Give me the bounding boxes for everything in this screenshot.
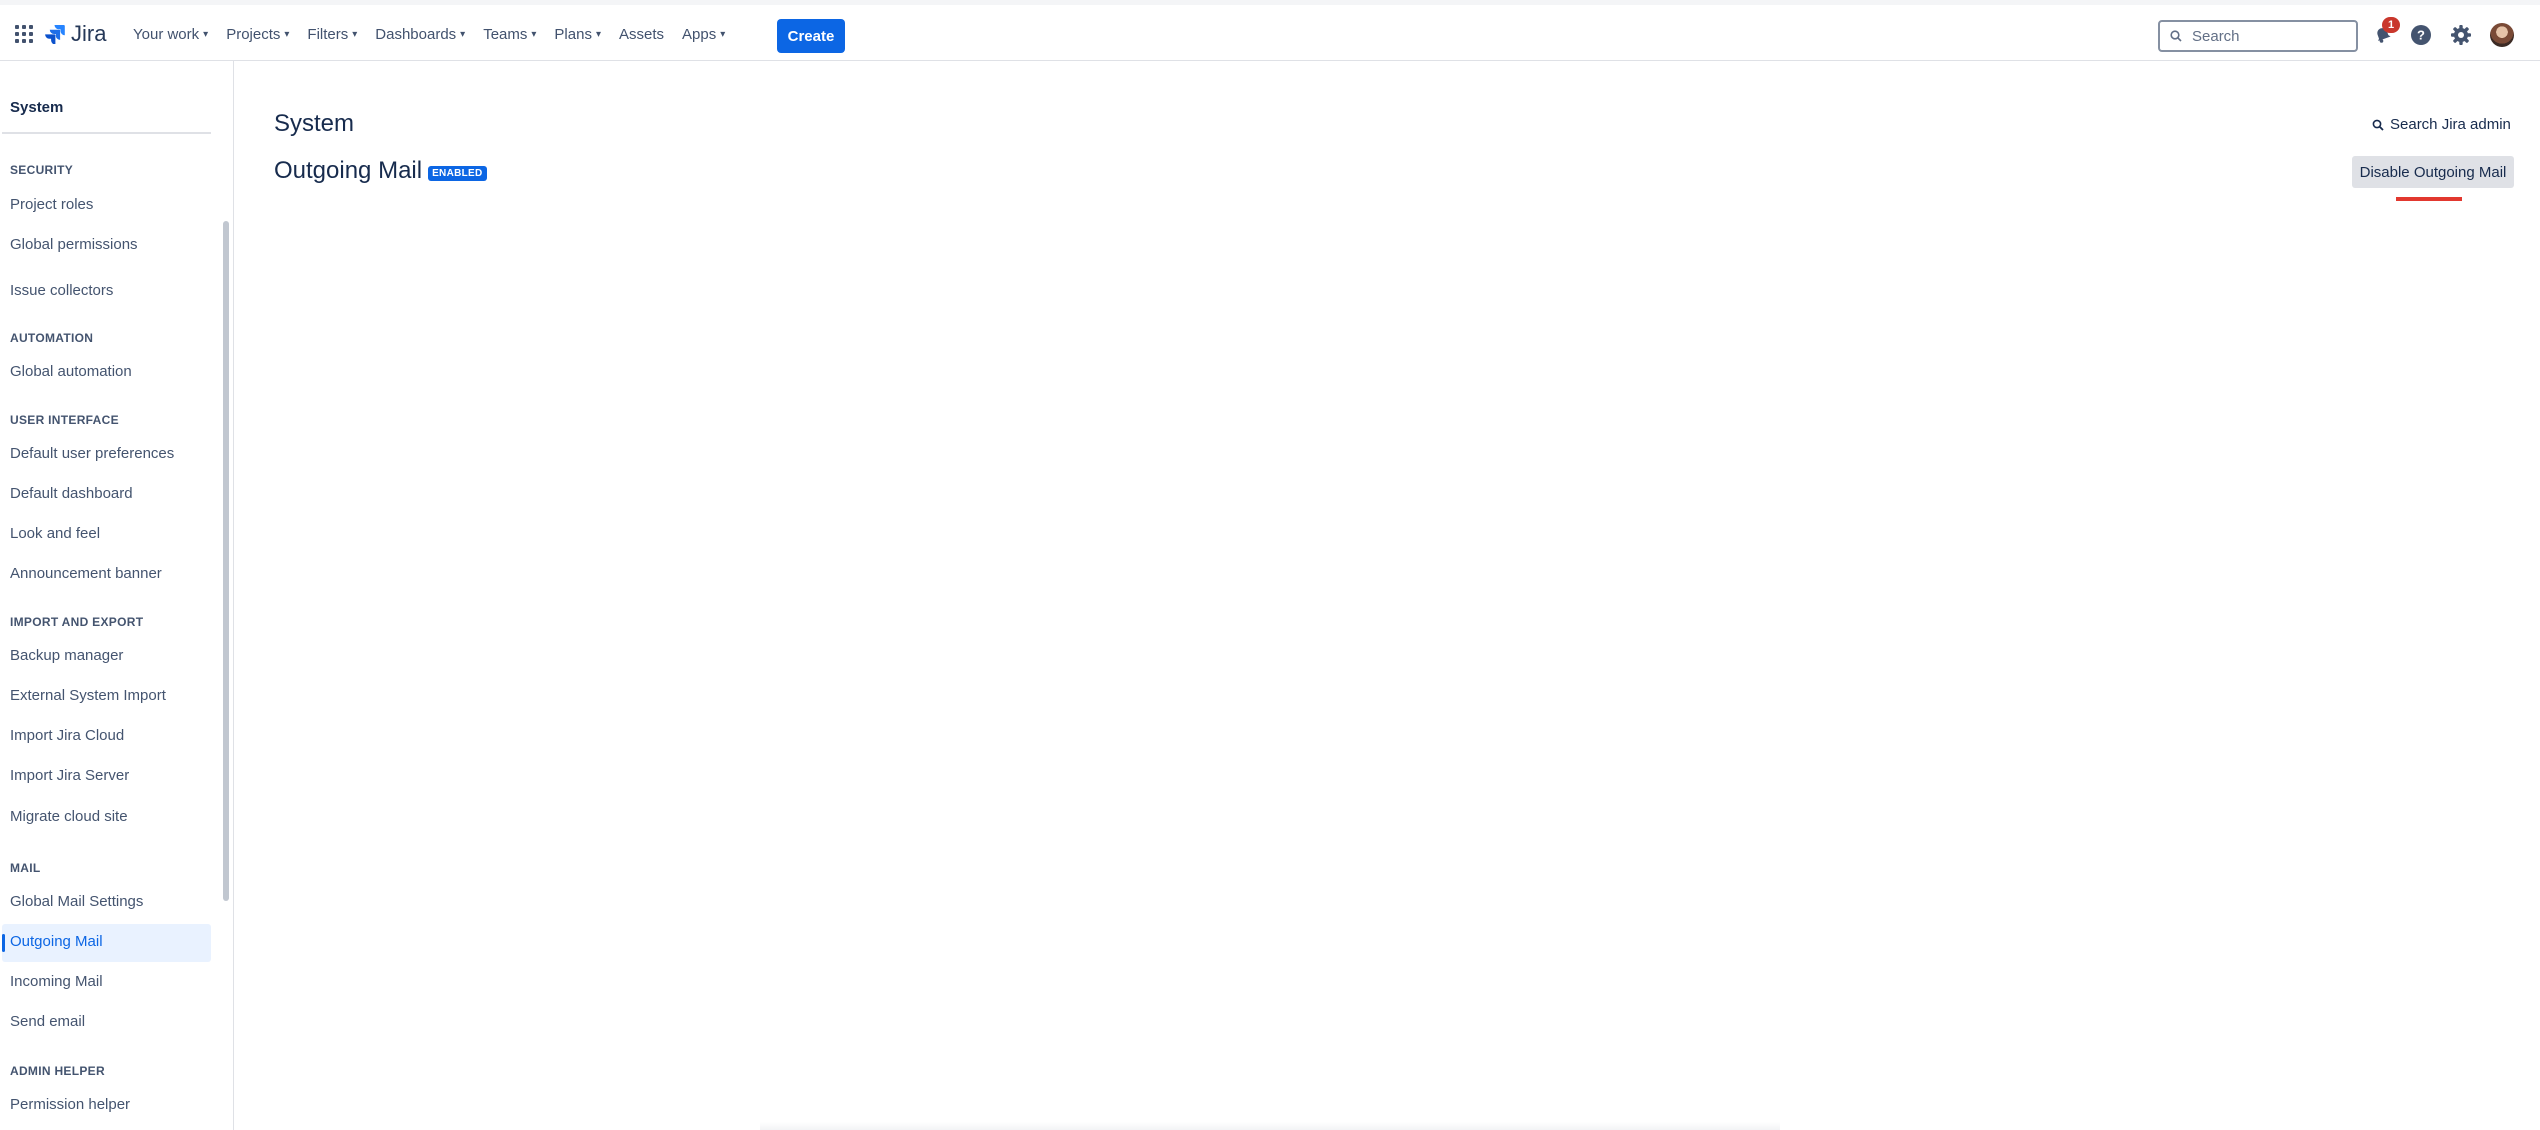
primary-nav: Your work ▾ Projects ▾ Filters ▾ Dashboards… <box>133 20 743 48</box>
search-icon <box>2372 119 2384 131</box>
section-user-interface: USER INTERFACE <box>10 413 119 427</box>
sidebar-item-backup-manager[interactable]: Backup manager <box>10 647 123 664</box>
sidebar-divider <box>2 132 211 134</box>
sidebar-item-migrate-cloud-site[interactable]: Migrate cloud site <box>10 808 128 825</box>
sidebar-item-default-dashboard[interactable]: Default dashboard <box>10 485 133 502</box>
sidebar-item-import-jira-cloud[interactable]: Import Jira Cloud <box>10 727 124 744</box>
sidebar-item-send-email[interactable]: Send email <box>10 1013 85 1030</box>
app-switcher-icon[interactable] <box>15 25 33 43</box>
sidebar-item-import-jira-server[interactable]: Import Jira Server <box>10 767 129 784</box>
sidebar-title: System <box>10 99 64 116</box>
gear-icon <box>2451 25 2471 45</box>
top-navigation: Jira Your work ▾ Projects ▾ Filters ▾ Dashb… <box>0 0 2540 61</box>
svg-text:?: ? <box>2417 28 2425 43</box>
avatar[interactable] <box>2490 23 2514 47</box>
jira-logo-icon <box>45 25 65 44</box>
help-icon[interactable]: ? <box>2409 23 2433 47</box>
nav-label: Your work <box>133 25 200 43</box>
sidebar-item-issue-collectors[interactable]: Issue collectors <box>10 282 113 299</box>
nav-label: Plans <box>554 25 592 43</box>
admin-sidebar: System SECURITY Project roles Global per… <box>0 61 234 1130</box>
question-icon: ? <box>2411 25 2431 45</box>
nav-dashboards[interactable]: Dashboards ▾ <box>375 26 465 43</box>
nav-label: Dashboards <box>375 25 457 43</box>
create-button[interactable]: Create <box>777 19 845 53</box>
sidebar-item-incoming-mail[interactable]: Incoming Mail <box>10 973 103 990</box>
page-title: System <box>274 110 355 137</box>
settings-icon[interactable] <box>2449 23 2473 47</box>
chevron-down-icon: ▾ <box>720 28 726 40</box>
chevron-down-icon: ▾ <box>595 28 601 40</box>
sidebar-scrollbar[interactable] <box>223 221 229 901</box>
nav-plans[interactable]: Plans ▾ <box>554 26 601 43</box>
section-heading: Outgoing Mail <box>274 157 423 184</box>
sidebar-active-indicator <box>2 934 5 952</box>
chevron-down-icon: ▾ <box>203 28 209 40</box>
chevron-down-icon: ▾ <box>460 28 466 40</box>
highlight-underline <box>2396 197 2462 201</box>
sidebar-item-announcement-banner[interactable]: Announcement banner <box>10 565 162 582</box>
nav-assets[interactable]: Assets <box>619 26 664 43</box>
bottom-shadow <box>760 1122 1780 1130</box>
nav-label: Projects <box>226 25 281 43</box>
section-automation: AUTOMATION <box>10 331 94 345</box>
disable-outgoing-mail-button[interactable]: Disable Outgoing Mail <box>2352 156 2514 188</box>
nav-your-work[interactable]: Your work ▾ <box>133 26 208 43</box>
search-jira-admin-link[interactable]: Search Jira admin <box>2372 116 2511 133</box>
section-admin-helper: ADMIN HELPER <box>10 1064 105 1078</box>
notification-badge: 1 <box>2382 17 2400 33</box>
chevron-down-icon: ▾ <box>352 28 358 40</box>
section-import-export: IMPORT AND EXPORT <box>10 615 144 629</box>
logo-text: Jira <box>71 21 107 46</box>
nav-label: Apps <box>682 25 717 43</box>
section-mail: MAIL <box>10 861 41 875</box>
status-badge: ENABLED <box>428 165 487 181</box>
section-heading-row: Outgoing Mail ENABLED <box>274 157 487 185</box>
nav-apps[interactable]: Apps ▾ <box>682 26 725 43</box>
nav-filters[interactable]: Filters ▾ <box>307 26 357 43</box>
nav-label: Teams <box>483 25 528 43</box>
sidebar-item-external-system-import[interactable]: External System Import <box>10 687 166 704</box>
sidebar-item-permission-helper[interactable]: Permission helper <box>10 1096 130 1113</box>
chevron-down-icon: ▾ <box>284 28 290 40</box>
sidebar-item-global-mail-settings[interactable]: Global Mail Settings <box>10 893 143 910</box>
nav-label: Filters <box>307 25 349 43</box>
jira-logo[interactable]: Jira <box>45 20 106 48</box>
section-security: SECURITY <box>10 163 74 177</box>
search-icon <box>2170 30 2182 42</box>
chevron-down-icon: ▾ <box>531 28 537 40</box>
sidebar-item-look-and-feel[interactable]: Look and feel <box>10 525 100 542</box>
global-search[interactable] <box>2158 20 2358 52</box>
sidebar-item-global-permissions[interactable]: Global permissions <box>10 236 138 253</box>
sidebar-item-global-automation[interactable]: Global automation <box>10 363 132 380</box>
search-jira-admin-label: Search Jira admin <box>2390 116 2511 133</box>
search-input[interactable] <box>2190 26 2344 46</box>
sidebar-item-outgoing-mail[interactable]: Outgoing Mail <box>10 933 103 950</box>
nav-teams[interactable]: Teams ▾ <box>483 26 536 43</box>
sidebar-item-default-user-preferences[interactable]: Default user preferences <box>10 445 174 462</box>
nav-label: Assets <box>618 25 664 43</box>
sidebar-item-project-roles[interactable]: Project roles <box>10 196 93 213</box>
nav-projects[interactable]: Projects ▾ <box>226 26 289 43</box>
